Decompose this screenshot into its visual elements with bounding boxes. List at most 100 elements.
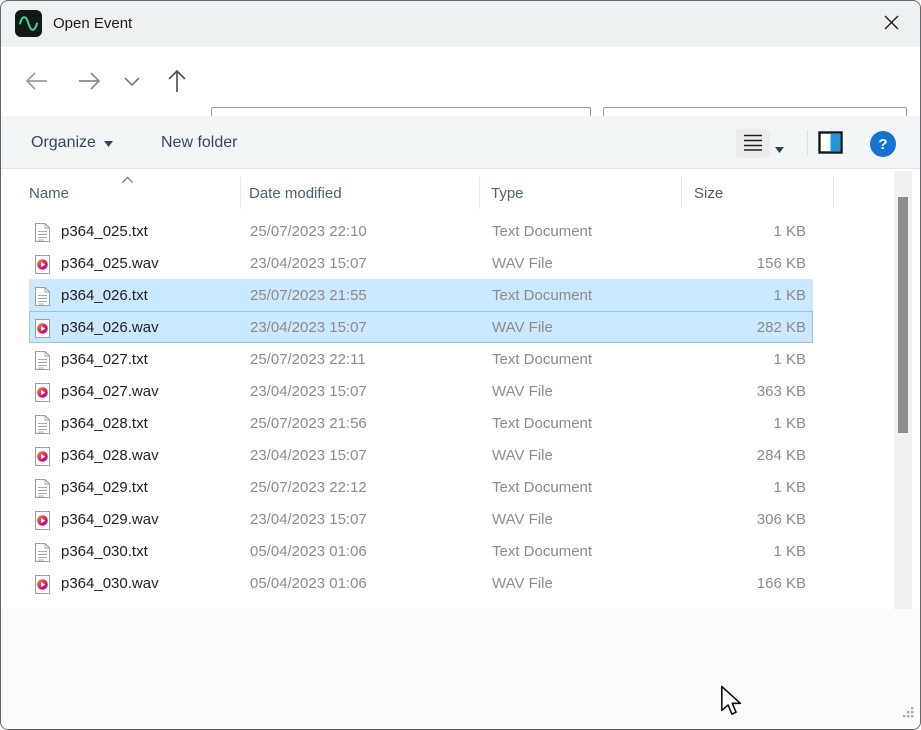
file-type: WAV File xyxy=(492,248,553,280)
file-date-modified: 23/04/2023 15:07 xyxy=(250,248,367,280)
text-file-icon xyxy=(34,414,51,435)
file-list: p364_025.txt 25/07/2023 22:10 Text Documen… xyxy=(1,215,920,599)
column-separator[interactable] xyxy=(240,177,241,209)
vertical-scrollbar[interactable] xyxy=(894,171,912,609)
column-header-type[interactable]: Type xyxy=(491,169,524,215)
file-size: 282 KB xyxy=(757,312,806,344)
file-name: p364_029.wav xyxy=(61,504,159,536)
preview-pane-button[interactable] xyxy=(818,131,843,157)
resize-grip[interactable] xyxy=(901,705,915,724)
file-size: 1 KB xyxy=(773,536,806,568)
up-arrow-icon xyxy=(165,67,189,98)
file-row[interactable]: p364_025.txt25/07/2023 22:10Text Documen… xyxy=(29,215,813,247)
file-row[interactable]: p364_029.txt25/07/2023 22:12Text Documen… xyxy=(29,471,813,503)
recent-locations-button[interactable] xyxy=(123,75,141,90)
file-type: Text Document xyxy=(492,472,592,504)
up-button[interactable] xyxy=(165,67,189,98)
file-name: p364_030.txt xyxy=(61,536,148,568)
dialog-footer: File name: All (*.aif *.aiff *.au *.even… xyxy=(1,609,920,730)
new-folder-button[interactable]: New folder xyxy=(161,116,237,169)
file-date-modified: 25/07/2023 21:56 xyxy=(250,408,367,440)
file-type: Text Document xyxy=(492,280,592,312)
back-arrow-icon xyxy=(23,69,51,96)
preview-pane-icon xyxy=(818,142,843,157)
file-type: Text Document xyxy=(492,344,592,376)
file-name: p364_028.wav xyxy=(61,440,159,472)
file-date-modified: 23/04/2023 15:07 xyxy=(250,504,367,536)
forward-arrow-icon xyxy=(75,69,103,96)
file-row[interactable]: p364_030.wav05/04/2023 01:06WAV File166 … xyxy=(29,567,813,599)
file-date-modified: 25/07/2023 22:12 xyxy=(250,472,367,504)
file-size: 1 KB xyxy=(773,344,806,376)
forward-button[interactable] xyxy=(75,69,103,96)
app-waveform-icon xyxy=(15,10,42,37)
file-row[interactable]: p364_026.txt25/07/2023 21:55Text Documen… xyxy=(29,279,813,311)
caret-down-icon xyxy=(775,141,784,156)
change-view-button[interactable] xyxy=(736,129,770,158)
help-question-icon: ? xyxy=(878,136,887,153)
file-name: p364_027.txt xyxy=(61,344,148,376)
column-header-row: Name Date modified Type Size xyxy=(1,169,920,215)
column-header-size[interactable]: Size xyxy=(694,169,723,215)
file-row[interactable]: p364_030.txt 05/04/2023 01:06 Text Documen… xyxy=(29,535,813,567)
file-size: 1 KB xyxy=(773,472,806,504)
file-date-modified: 23/04/2023 15:07 xyxy=(250,312,367,344)
audio-file-icon xyxy=(34,574,51,595)
audio-file-icon xyxy=(34,510,51,531)
scrollbar-thumb[interactable] xyxy=(898,197,908,433)
text-file-icon xyxy=(34,478,51,499)
file-date-modified: 23/04/2023 15:07 xyxy=(250,440,367,472)
window-title: Open Event xyxy=(53,1,132,47)
column-header-date-modified[interactable]: Date modified xyxy=(249,169,342,215)
file-date-modified: 25/07/2023 22:11 xyxy=(250,344,366,376)
file-type: WAV File xyxy=(492,312,553,344)
file-type: WAV File xyxy=(492,376,553,408)
file-size: 1 KB xyxy=(773,216,806,248)
command-toolbar: Organize New folder ? xyxy=(1,116,920,169)
file-size: 363 KB xyxy=(757,376,806,408)
file-type: WAV File xyxy=(492,504,553,536)
file-row[interactable]: p364_027.wav 23/04/2023 15:07 WAV File 363 … xyxy=(29,375,813,407)
file-date-modified: 25/07/2023 22:10 xyxy=(250,216,367,248)
column-separator[interactable] xyxy=(479,177,480,209)
view-options-caret-button[interactable] xyxy=(775,141,784,156)
file-name: p364_027.wav xyxy=(61,376,159,408)
file-date-modified: 05/04/2023 01:06 xyxy=(250,536,367,568)
toolbar-divider xyxy=(807,130,808,156)
file-row[interactable]: p364_028.txt 25/07/2023 21:56 Text Documen… xyxy=(29,407,813,439)
new-folder-label: New folder xyxy=(161,134,237,152)
file-row[interactable]: p364_027.txt 25/07/2023 22:11 Text Documen… xyxy=(29,343,813,375)
column-separator[interactable] xyxy=(833,177,834,209)
file-row[interactable]: p364_029.wav23/04/2023 15:07WAV File306 … xyxy=(29,503,813,535)
text-file-icon xyxy=(34,542,51,563)
file-row[interactable]: p364_028.wav23/04/2023 15:07WAV File284 … xyxy=(29,439,813,471)
file-type: WAV File xyxy=(492,568,553,600)
file-size: 1 KB xyxy=(773,408,806,440)
audio-file-icon xyxy=(34,382,51,403)
file-type: Text Document xyxy=(492,408,592,440)
file-name: p364_025.txt xyxy=(61,216,148,248)
file-name: p364_028.txt xyxy=(61,408,148,440)
file-row[interactable]: p364_025.wav23/04/2023 15:07WAV File156 … xyxy=(29,247,813,279)
organize-button[interactable]: Organize xyxy=(31,116,113,169)
file-size: 166 KB xyxy=(757,568,806,600)
help-button[interactable]: ? xyxy=(870,131,896,157)
column-separator[interactable] xyxy=(681,177,682,209)
file-size: 1 KB xyxy=(773,280,806,312)
close-button[interactable] xyxy=(876,10,906,38)
back-button[interactable] xyxy=(23,69,51,96)
caret-down-icon xyxy=(104,134,113,152)
text-file-icon xyxy=(34,286,51,307)
file-row[interactable]: p364_026.wav23/04/2023 15:07WAV File282 … xyxy=(29,311,813,343)
audio-file-icon xyxy=(34,446,51,467)
file-type: Text Document xyxy=(492,536,592,568)
chevron-down-icon xyxy=(123,75,141,90)
open-event-dialog: Open Event xyxy=(0,0,921,730)
file-date-modified: 23/04/2023 15:07 xyxy=(250,376,367,408)
file-date-modified: 05/04/2023 01:06 xyxy=(250,568,367,600)
title-bar: Open Event xyxy=(1,1,920,47)
file-name: p364_025.wav xyxy=(61,248,159,280)
column-header-name[interactable]: Name xyxy=(29,169,69,215)
file-type: WAV File xyxy=(492,440,553,472)
list-view-icon xyxy=(742,133,764,154)
